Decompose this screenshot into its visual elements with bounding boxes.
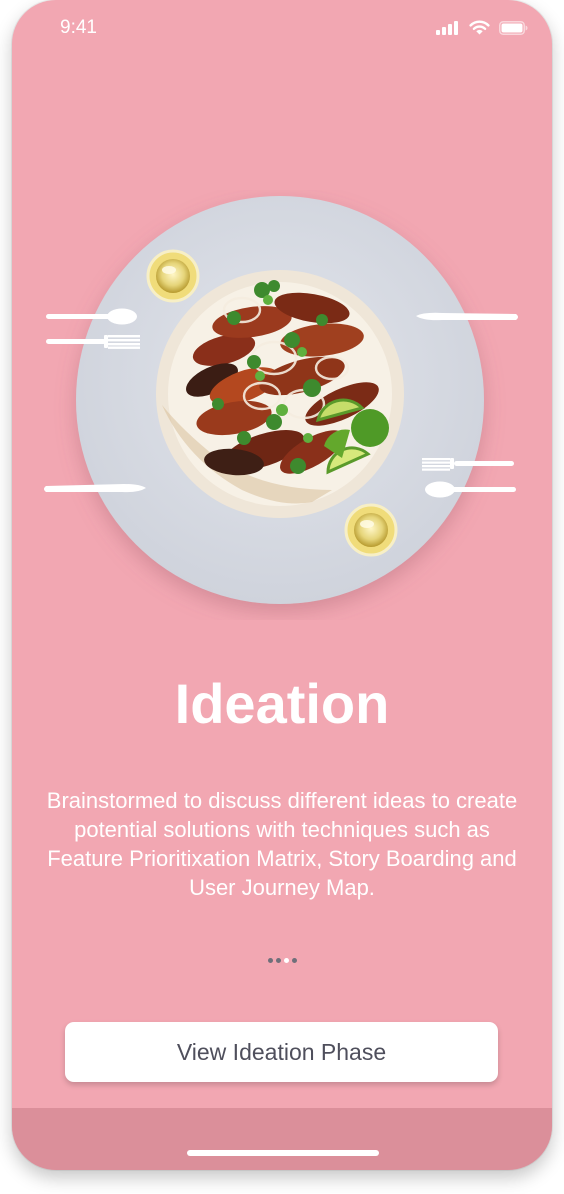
page-description: Brainstormed to discuss different ideas … bbox=[46, 788, 518, 900]
status-bar: 9:41 bbox=[12, 0, 552, 56]
view-ideation-phase-button[interactable]: View Ideation Phase bbox=[65, 1022, 498, 1082]
pagination-dot-active[interactable] bbox=[283, 958, 289, 963]
status-icons bbox=[436, 20, 528, 35]
hero-illustration bbox=[12, 190, 552, 620]
pagination-dots bbox=[12, 958, 552, 963]
battery-icon bbox=[499, 20, 528, 35]
page-title: Ideation bbox=[174, 672, 390, 735]
pagination-dot[interactable] bbox=[275, 958, 281, 963]
cellular-signal-icon bbox=[436, 20, 458, 35]
wifi-icon bbox=[469, 20, 490, 35]
food-plate-illustration bbox=[44, 196, 518, 604]
pagination-dot[interactable] bbox=[291, 958, 297, 963]
pagination-dot[interactable] bbox=[267, 958, 273, 963]
phone-screen: 9:41 Ideation Brainstormed to discuss di… bbox=[12, 0, 552, 1170]
status-time: 9:41 bbox=[60, 17, 97, 38]
home-indicator[interactable] bbox=[187, 1150, 379, 1156]
glass-top-left bbox=[146, 249, 200, 303]
glass-bottom-right bbox=[344, 503, 398, 557]
bottom-bar bbox=[12, 1108, 552, 1170]
